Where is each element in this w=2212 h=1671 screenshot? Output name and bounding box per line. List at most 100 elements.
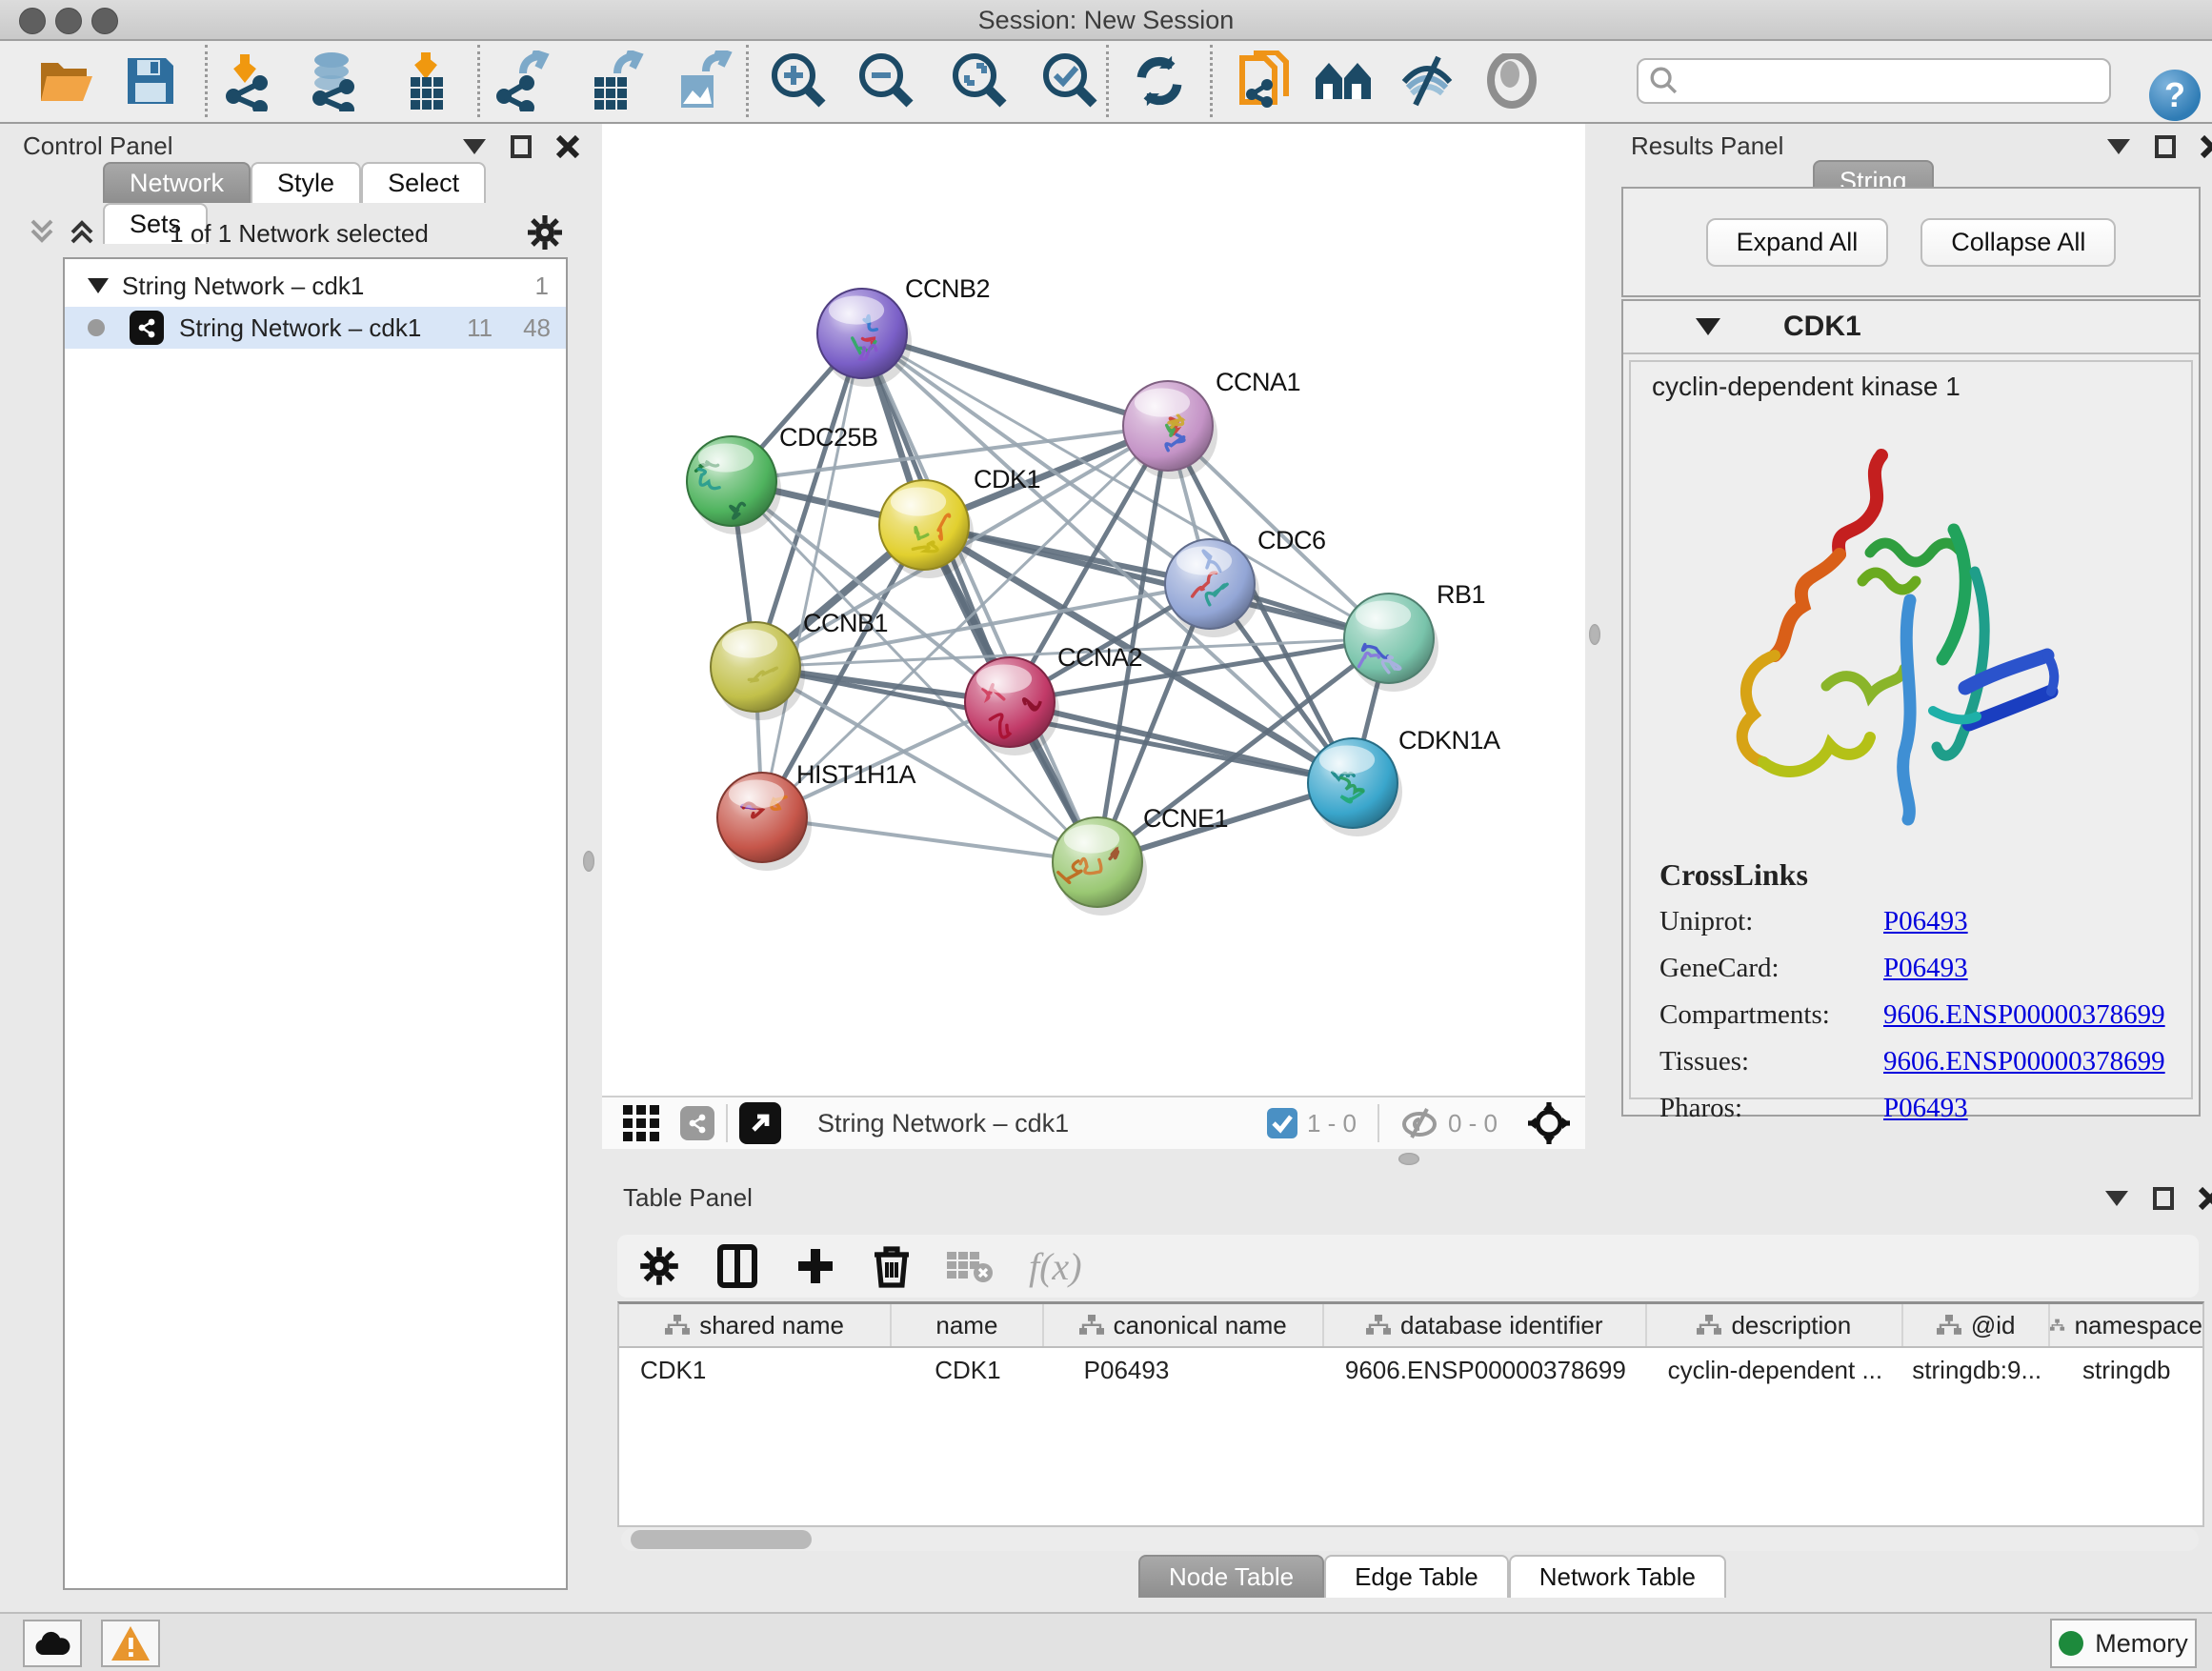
search-input[interactable] [1637,58,2111,104]
column-header[interactable]: database identifier [1324,1304,1647,1346]
warnings-button[interactable] [101,1620,160,1667]
table-horizontal-scrollbar[interactable] [621,1528,2199,1551]
panel-close-icon[interactable] [2199,1187,2212,1210]
zoom-out-icon[interactable] [847,47,927,115]
export-image-icon[interactable] [662,47,742,115]
export-network-icon[interactable] [487,47,567,115]
column-header[interactable]: namespace [2050,1304,2202,1346]
import-network-file-icon[interactable] [209,47,289,115]
selected-checkbox-icon[interactable] [1267,1108,1297,1138]
toolbar-separator [1210,45,1213,117]
tab-style[interactable]: Style [251,162,361,203]
network-options-gear-icon[interactable] [526,213,564,252]
panel-float-icon[interactable] [2153,1187,2174,1210]
tab-node-table[interactable]: Node Table [1138,1555,1324,1598]
tab-network[interactable]: Network [103,162,251,203]
panel-collapse-icon[interactable] [2105,1191,2128,1206]
right-splitter-handle[interactable] [1589,624,1600,645]
import-table-icon[interactable] [386,47,466,115]
column-header[interactable]: description [1647,1304,1903,1346]
panel-float-icon[interactable] [2155,135,2176,158]
zoom-selected-icon[interactable] [1031,47,1111,115]
gene-description: cyclin-dependent kinase 1 [1631,362,2191,402]
node-label-cdk1: CDK1 [974,465,1040,493]
zoom-fit-icon[interactable] [940,47,1020,115]
collapse-all-networks-icon[interactable] [29,217,57,246]
results-actions: Expand All Collapse All [1621,187,2201,297]
crosslink-pharos[interactable]: P06493 [1883,1093,2193,1124]
network-edge[interactable] [762,817,1097,862]
crosslink-label: Tissues: [1659,1046,1883,1077]
expand-all-button[interactable]: Expand All [1706,218,1889,267]
column-header[interactable]: @id [1903,1304,2051,1346]
scrollbar-thumb[interactable] [631,1530,812,1549]
lens-icon[interactable] [1473,47,1553,115]
network-canvas[interactable]: CCNB2CCNA1CDC25BCDK1CDC6RB1CCNB1CCNA2CDK… [602,124,1585,1096]
network-status-dot [88,319,105,336]
delete-table-icon [947,1248,993,1284]
toolbar-separator [477,45,480,117]
crosslink-genecard[interactable]: P06493 [1883,953,2193,984]
tab-edge-table[interactable]: Edge Table [1324,1555,1509,1598]
cloud-status-button[interactable] [23,1620,82,1667]
new-network-from-file-icon[interactable] [1226,47,1306,115]
divider [726,1104,728,1142]
main-toolbar: ? [0,41,2212,124]
crosslink-compartments[interactable]: 9606.ENSP00000378699 [1883,999,2193,1031]
node-count: 11 [467,313,493,343]
fit-selected-crosshair-icon[interactable] [1528,1102,1570,1144]
birdseye-grid-icon[interactable] [623,1105,659,1141]
tab-select[interactable]: Select [361,162,486,203]
panel-collapse-icon[interactable] [463,139,486,154]
tab-network-table[interactable]: Network Table [1509,1555,1726,1598]
network-row-selected[interactable]: String Network – cdk1 11 48 [65,307,566,349]
title-bar: Session: New Session [0,0,2212,41]
show-hide-icon[interactable] [1387,47,1467,115]
import-network-database-icon[interactable] [292,47,372,115]
save-session-icon[interactable] [111,47,191,115]
crosslink-tissues[interactable]: 9606.ENSP00000378699 [1883,1046,2193,1077]
refresh-icon[interactable] [1119,47,1199,115]
export-table-icon[interactable] [573,47,654,115]
search-icon [1648,65,1680,97]
panel-close-icon[interactable] [2201,135,2212,158]
column-header[interactable]: canonical name [1044,1304,1324,1346]
table-panel-title: Table Panel [623,1183,753,1213]
zoom-in-icon[interactable] [759,47,839,115]
section-collapse-icon[interactable] [1696,318,1720,335]
network-collection-row[interactable]: String Network – cdk1 1 [65,265,566,307]
open-session-icon[interactable] [27,47,107,115]
help-icon[interactable]: ? [2149,70,2201,121]
horizontal-splitter-handle[interactable] [1398,1153,1419,1165]
network-edge[interactable] [762,333,862,817]
table-row[interactable]: CDK1 CDK1 P06493 9606.ENSP00000378699 cy… [619,1348,2202,1392]
node-label-cdkn1a: CDKN1A [1398,726,1500,755]
left-splitter-handle[interactable] [583,851,594,872]
network-view-title: String Network – cdk1 [817,1109,1069,1138]
add-column-icon[interactable] [794,1245,836,1287]
open-in-window-icon[interactable] [739,1102,781,1144]
panel-close-icon[interactable] [556,135,579,158]
panel-collapse-icon[interactable] [2107,139,2130,154]
table-tabs: Node TableEdge TableNetwork Table [1138,1555,1726,1598]
toolbar-separator [205,45,208,117]
panel-float-icon[interactable] [511,135,532,158]
crosslink-label: Pharos: [1659,1093,1883,1124]
table-settings-gear-icon[interactable] [638,1245,680,1287]
crosslink-uniprot[interactable]: P06493 [1883,906,2193,937]
crosslink-label: GeneCard: [1659,953,1883,984]
crosslink-label: Compartments: [1659,999,1883,1031]
collapse-all-button[interactable]: Collapse All [1920,218,2116,267]
delete-column-trash-icon[interactable] [873,1243,911,1289]
network-overview-icon[interactable] [1303,47,1383,115]
tree-expand-icon[interactable] [88,278,109,293]
divider [1377,1104,1379,1142]
column-header[interactable]: shared name [619,1304,892,1346]
node-label-rb1: RB1 [1437,580,1485,609]
hidden-counts: 0 - 0 [1448,1109,1498,1138]
memory-button[interactable]: Memory [2050,1619,2197,1668]
network-share-icon[interactable] [680,1106,714,1140]
hidden-eye-icon[interactable] [1400,1107,1438,1139]
select-columns-icon[interactable] [716,1243,758,1289]
column-header[interactable]: name [892,1304,1044,1346]
